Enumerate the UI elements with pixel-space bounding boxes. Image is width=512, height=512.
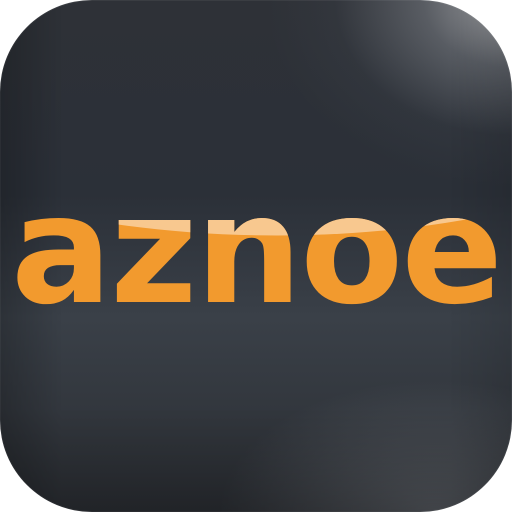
logo-wordmark: aznoe aznoe	[11, 164, 503, 338]
canvas: aznoe aznoe	[0, 0, 512, 512]
app-icon[interactable]: aznoe aznoe	[0, 0, 512, 512]
